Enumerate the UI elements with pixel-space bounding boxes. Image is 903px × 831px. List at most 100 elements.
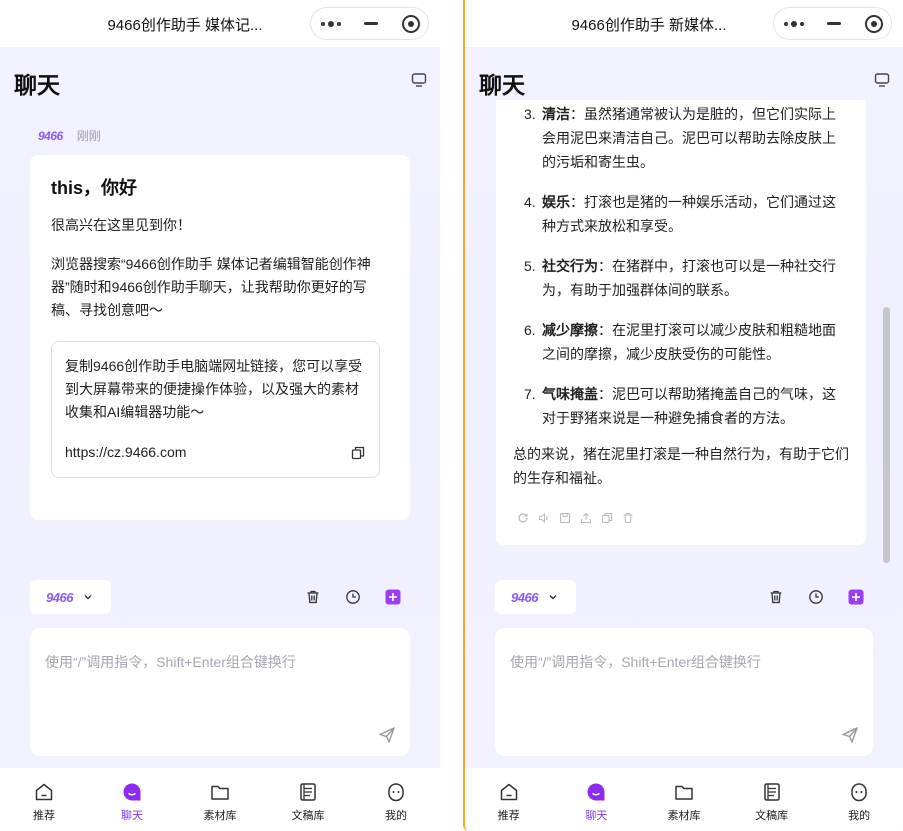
input-placeholder: 使用“/”调用指令，Shift+Enter组合键换行 [45,654,296,670]
link-box: 复制9466创作助手电脑端网址链接，您可以享受到大屏幕带来的便捷操作体验，以及强… [51,341,380,478]
document-icon [300,783,316,801]
message-input[interactable]: 使用“/”调用指令，Shift+Enter组合键换行 [30,628,410,756]
list-item: 3. 清洁：虽然猪通常被认为是脏的，但它们实际上会用泥巴来清洁自己。泥巴可以帮助去… [514,102,849,174]
intro-paragraph: 浏览器搜索“9466创作助手 媒体记者编辑智能创作神器”随时和9466创作助手聊… [51,256,371,318]
copy-icon[interactable] [351,446,365,460]
item-heading: 娱乐 [542,194,570,210]
nav-label: 素材库 [203,810,237,822]
item-number: 5. [524,258,536,274]
page-title: 聊天 [14,72,60,99]
nav-drafts[interactable]: 文稿库 [264,768,352,831]
new-chat-plus-icon[interactable] [848,589,864,605]
message-meta: 9466 刚刚 [38,127,101,144]
minimize-button[interactable] [814,8,853,39]
list-item: 5. 社交行为：在猪群中，打滚也可以是一种社交行为，有助于加强群体间的联系。 [514,254,849,302]
nav-drafts[interactable]: 文稿库 [728,768,816,831]
folder-icon [675,785,693,800]
list-item: 7. 气味掩盖：泥巴可以帮助猪掩盖自己的气味，这对于野猪来说是一种避免捕食者的方法… [514,382,849,430]
message-time: 刚刚 [76,129,101,143]
minimize-icon [363,22,378,25]
window-capsule [773,7,892,40]
nav-materials[interactable]: 素材库 [176,768,264,831]
document-icon [763,783,780,801]
list-item: 4. 娱乐：打滚也是猪的一种娱乐活动，它们通过这种方式来放松和享受。 [514,190,849,238]
nav-recommend[interactable]: 推荐 [0,768,88,831]
bottom-nav: 推荐 聊天 素材库 文稿库 我的 [465,768,903,831]
chat-bubble-icon [123,783,141,801]
item-heading: 减少摩擦 [542,322,598,338]
model-selector[interactable]: 9466 [495,580,576,614]
nav-materials[interactable]: 素材库 [640,768,728,831]
screenshot-stage: 9466创作助手 媒体记... 聊天 9466 刚刚 this，你好 很高兴在这里… [0,0,903,831]
nav-label: 我的 [848,810,871,822]
nav-label: 推荐 [497,810,520,822]
nav-recommend[interactable]: 推荐 [465,768,553,831]
delete-icon[interactable] [622,512,634,524]
nav-mine[interactable]: 我的 [815,768,903,831]
link-url[interactable]: https://cz.9466.com [65,444,186,460]
nav-mine[interactable]: 我的 [352,768,440,831]
item-number: 3. [524,106,536,122]
close-target-button[interactable] [391,8,430,39]
item-heading: 社交行为 [542,258,598,274]
scrollbar[interactable] [883,307,890,563]
nav-label: 素材库 [667,810,701,822]
greeting-text: this，你好 [51,178,138,198]
share-icon[interactable] [580,512,592,524]
input-placeholder: 使用“/”调用指令，Shift+Enter组合键换行 [510,654,761,670]
more-options-button[interactable] [311,8,350,39]
message-input[interactable]: 使用“/”调用指令，Shift+Enter组合键换行 [495,628,873,756]
model-name: 9466 [46,589,73,605]
item-heading: 清洁 [542,106,570,122]
home-icon [35,783,53,801]
nav-label: 聊天 [585,810,608,822]
title-bar: 9466创作助手 新媒体... [465,0,903,47]
message-actions [517,512,634,524]
link-description: 复制9466创作助手电脑端网址链接，您可以享受到大屏幕带来的便捷操作体验，以及强… [65,358,363,420]
model-name: 9466 [511,589,538,605]
regenerate-icon[interactable] [517,512,529,524]
title-bar: 9466创作助手 媒体记... [0,0,440,47]
nav-chat[interactable]: 聊天 [553,768,641,831]
trash-icon[interactable] [305,589,321,605]
sender-logo: 9466 [38,129,63,143]
summary-text: 总的来说，猪在泥里打滚是一种自然行为，有助于它们的生存和福祉。 [513,446,849,486]
item-number: 7. [524,386,536,402]
nav-label: 我的 [385,810,407,822]
send-icon[interactable] [841,726,859,744]
send-icon[interactable] [378,726,396,744]
welcome-line: 很高兴在这里见到你！ [51,217,191,233]
nav-label: 文稿库 [291,810,325,822]
item-heading: 气味掩盖 [542,386,598,402]
minimize-button[interactable] [351,8,390,39]
profile-icon [388,783,404,802]
desktop-icon[interactable] [411,72,427,88]
desktop-icon[interactable] [874,72,890,88]
home-icon [500,783,518,801]
item-text: ：虽然猪通常被认为是脏的，但它们实际上会用泥巴来清洁自己。泥巴可以帮助去除皮肤上… [542,106,836,170]
model-selector[interactable]: 9466 [30,580,111,614]
trash-icon[interactable] [768,589,784,605]
history-clock-icon[interactable] [808,589,824,605]
profile-icon [851,783,867,802]
close-target-button[interactable] [854,8,893,39]
more-options-button[interactable] [774,8,813,39]
nav-label: 推荐 [33,810,55,822]
new-chat-plus-icon[interactable] [385,589,401,605]
save-icon[interactable] [559,512,571,524]
more-dots-icon [320,20,341,27]
item-text: ：打滚也是猪的一种娱乐活动，它们通过这种方式来放松和享受。 [542,194,836,234]
target-icon [864,14,883,33]
copy-icon[interactable] [601,512,613,524]
history-clock-icon[interactable] [345,589,361,605]
speaker-icon[interactable] [538,512,550,524]
nav-chat[interactable]: 聊天 [88,768,176,831]
answer-message-card: 3. 清洁：虽然猪通常被认为是脏的，但它们实际上会用泥巴来清洁自己。泥巴可以帮助去… [496,100,866,545]
target-icon [401,14,420,33]
left-window: 9466创作助手 媒体记... 聊天 9466 刚刚 this，你好 很高兴在这里… [0,0,440,831]
window-capsule [310,7,429,40]
reasons-list: 3. 清洁：虽然猪通常被认为是脏的，但它们实际上会用泥巴来清洁自己。泥巴可以帮助去… [514,102,849,446]
composer-toolbar: 9466 [495,580,873,614]
bottom-nav: 推荐 聊天 素材库 文稿库 我的 [0,768,440,831]
nav-label: 文稿库 [755,810,789,822]
